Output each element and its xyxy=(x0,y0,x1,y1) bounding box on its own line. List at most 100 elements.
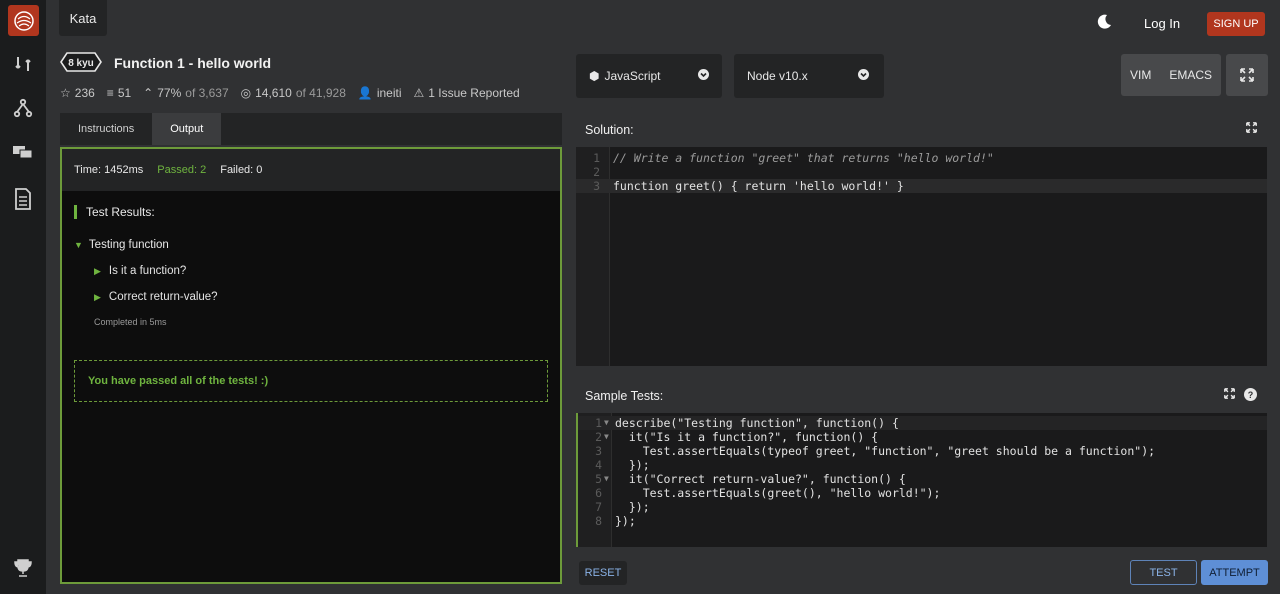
solution-code: function greet() { return 'hello world!'… xyxy=(613,179,904,193)
practice-icon[interactable] xyxy=(11,52,35,76)
satisfaction-of: of 3,637 xyxy=(185,86,229,100)
test-results: Test Results: ▼ Testing function ▶ Is it a… xyxy=(62,191,560,341)
fork-icon[interactable] xyxy=(11,96,35,120)
kata-tab[interactable]: Kata xyxy=(59,0,107,36)
expand-icon[interactable] xyxy=(1224,388,1235,399)
test-code-line: it("Correct return-value?", function() { xyxy=(615,472,906,486)
solution-title: Solution: xyxy=(585,123,634,137)
sidebar xyxy=(0,0,46,594)
version-value: Node v10.x xyxy=(747,69,808,83)
warning-icon: ⚠ xyxy=(413,86,425,100)
it-label: Is it a function? xyxy=(108,265,187,277)
describe-label: Testing function xyxy=(88,239,169,251)
code-line: 1// Write a function "greet" that return… xyxy=(593,151,994,165)
expand-icon[interactable] xyxy=(1246,122,1257,133)
help-icon[interactable]: ? xyxy=(1244,388,1257,401)
author-name: ineiti xyxy=(376,86,402,100)
dark-mode-icon[interactable] xyxy=(1095,13,1113,34)
discuss-icon[interactable] xyxy=(11,141,35,165)
author-stat[interactable]: 👤 ineiti xyxy=(358,86,402,100)
it-item[interactable]: ▶ Is it a function? xyxy=(94,265,548,277)
rank-label: 8 kyu xyxy=(68,58,94,69)
failed-label: Failed: 0 xyxy=(220,164,263,176)
test-code-line: Test.assertEquals(typeof greet, "functio… xyxy=(615,444,1156,458)
completed-value: 14,610 xyxy=(255,86,292,100)
test-code-line: }); xyxy=(615,514,636,528)
test-code-line: describe("Testing function", function() … xyxy=(615,416,899,430)
collections-count: 51 xyxy=(117,86,132,100)
collections-stat[interactable]: ≡ 51 xyxy=(107,86,131,100)
sample-tests-editor[interactable]: 1 ▼ describe("Testing function", function(… xyxy=(576,413,1267,547)
time-label: Time: 1452ms xyxy=(74,164,144,176)
language-value: JavaScript xyxy=(604,69,661,83)
code-line: 5 ▼ it("Correct return-value?", function(… xyxy=(595,472,906,486)
svg-text:?: ? xyxy=(1248,390,1254,400)
sample-tests-header: Sample Tests: ? xyxy=(576,379,1267,413)
code-line: 8}); xyxy=(595,514,636,528)
code-line: 3 function greet() { return 'hello world!… xyxy=(576,179,1267,193)
chevron-down-icon xyxy=(858,69,869,83)
code-line: 4 }); xyxy=(595,458,650,472)
collapsed-triangle-icon: ▶ xyxy=(94,291,101,302)
login-link[interactable]: Log In xyxy=(1144,16,1180,31)
kata-title: Function 1 - hello world xyxy=(114,55,272,71)
docs-icon[interactable] xyxy=(11,187,35,211)
completed-time: Completed in 5ms xyxy=(94,317,167,327)
pass-message: You have passed all of the tests! :) xyxy=(74,360,548,402)
code-comment: // Write a function "greet" that returns… xyxy=(613,151,994,165)
satisfaction-icon: ⌃ xyxy=(143,86,154,100)
completed-of: of 41,928 xyxy=(295,86,346,100)
satisfaction-value: 77% xyxy=(157,86,182,100)
signup-button[interactable]: SIGN UP xyxy=(1207,12,1265,36)
tab-instructions[interactable]: Instructions xyxy=(60,113,152,145)
completed-stat: ◎ 14,610 of 41,928 xyxy=(241,86,346,100)
language-select[interactable]: ⬢ JavaScript xyxy=(576,54,722,98)
expanded-triangle-icon: ▼ xyxy=(74,240,83,250)
editor-mode-group: VIM EMACS xyxy=(1121,54,1221,96)
vim-button[interactable]: VIM xyxy=(1130,68,1151,82)
test-code-line: Test.assertEquals(greet(), "hello world!… xyxy=(615,486,941,500)
target-icon: ◎ xyxy=(240,86,252,100)
test-button[interactable]: TEST xyxy=(1130,560,1197,585)
reset-button[interactable]: RESET xyxy=(579,561,627,585)
code-line: 1 ▼ describe("Testing function", function(… xyxy=(578,416,1267,430)
fullscreen-button[interactable] xyxy=(1226,54,1268,96)
issues-label: 1 Issue Reported xyxy=(428,86,520,100)
solution-editor[interactable]: 1// Write a function "greet" that return… xyxy=(576,147,1267,366)
test-code-line: }); xyxy=(615,458,650,472)
version-select[interactable]: Node v10.x xyxy=(734,54,884,98)
emacs-button[interactable]: EMACS xyxy=(1169,68,1212,82)
language-icon: ⬢ xyxy=(589,69,600,83)
codewars-logo-icon[interactable] xyxy=(8,5,39,36)
results-title: Test Results: xyxy=(74,205,548,219)
user-icon: 👤 xyxy=(357,86,373,100)
attempt-button[interactable]: ATTEMPT xyxy=(1201,560,1268,585)
expand-icon xyxy=(1240,68,1254,82)
sample-tests-title: Sample Tests: xyxy=(585,389,664,403)
code-line: 3 Test.assertEquals(typeof greet, "funct… xyxy=(595,444,1156,458)
it-item[interactable]: ▶ Correct return-value? xyxy=(94,291,548,303)
output-tabs: Instructions Output xyxy=(60,113,562,145)
passed-label: Passed: 2 xyxy=(157,164,207,176)
rank-badge: 8 kyu xyxy=(60,52,102,75)
code-line: 2 xyxy=(593,165,600,179)
code-line: 6 Test.assertEquals(greet(), "hello worl… xyxy=(595,486,941,500)
satisfaction-stat: ⌃ 77% of 3,637 xyxy=(143,86,228,100)
stars-stat[interactable]: ☆ 236 xyxy=(60,86,95,100)
solution-header: Solution: xyxy=(576,113,1267,147)
layers-icon: ≡ xyxy=(106,86,114,100)
stars-count: 236 xyxy=(74,86,95,100)
trophy-icon[interactable] xyxy=(11,556,35,580)
star-icon: ☆ xyxy=(60,86,71,100)
describe-group[interactable]: ▼ Testing function xyxy=(74,239,548,251)
code-line: 7 }); xyxy=(595,500,650,514)
tab-output[interactable]: Output xyxy=(152,113,222,145)
test-code-line: }); xyxy=(615,500,650,514)
issues-stat[interactable]: ⚠ 1 Issue Reported xyxy=(414,86,520,100)
code-line: 2 ▼ it("Is it a function?", function() { xyxy=(595,430,879,444)
output-summary: Time: 1452ms Passed: 2 Failed: 0 xyxy=(62,149,560,191)
chevron-down-icon xyxy=(698,69,709,83)
output-panel: Time: 1452ms Passed: 2 Failed: 0 Test Re… xyxy=(60,147,562,584)
it-label: Correct return-value? xyxy=(108,291,218,303)
kata-stats: ☆ 236 ≡ 51 ⌃ 77% of 3,637 ◎ 14,610 of 41,928 👤… xyxy=(60,86,520,100)
